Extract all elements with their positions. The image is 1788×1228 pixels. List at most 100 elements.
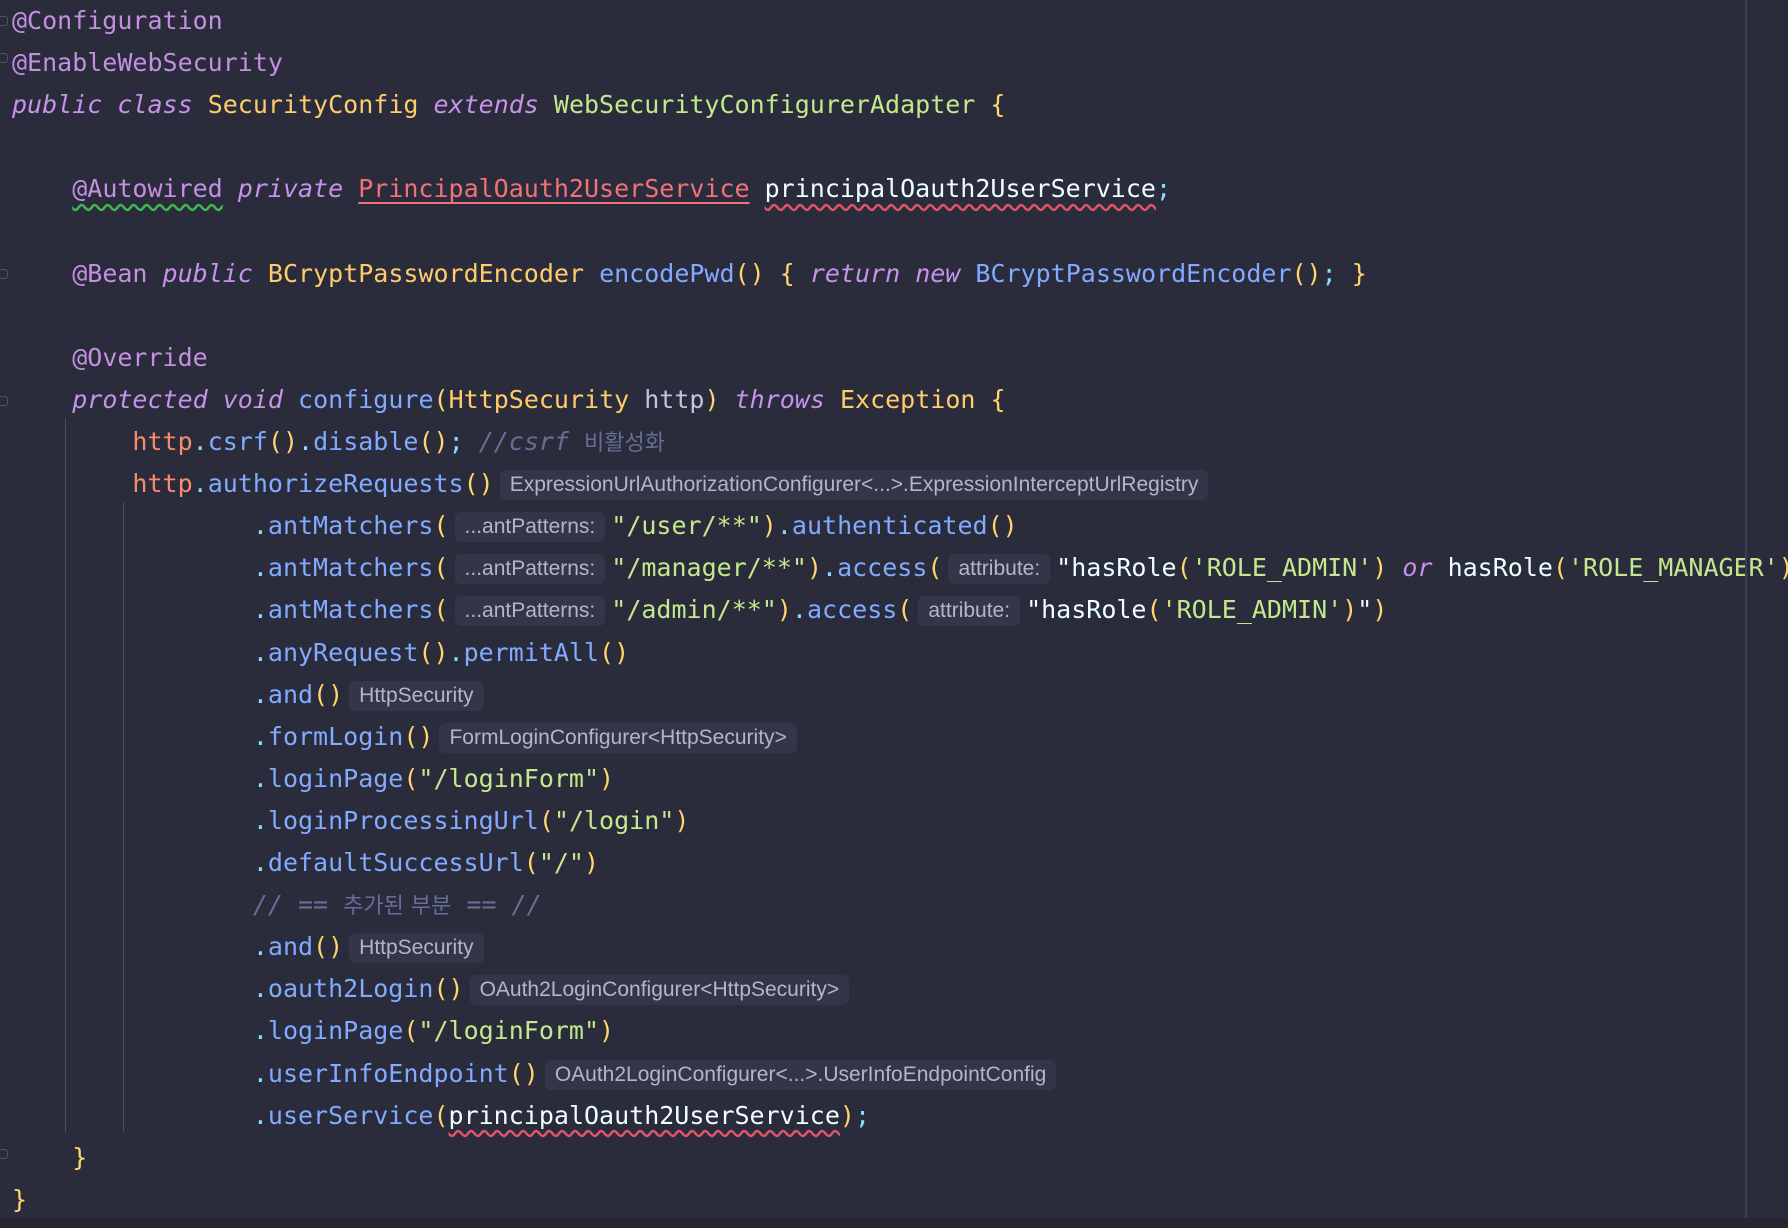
code-token: 'ROLE_ADMIN' bbox=[1161, 595, 1343, 625]
code-area[interactable]: @Configuration @EnableWebSecurity public c… bbox=[0, 0, 1788, 1218]
code-line[interactable]: } bbox=[12, 1179, 27, 1221]
code-line[interactable]: protected void configure(HttpSecurity ht… bbox=[12, 379, 1005, 421]
code-line[interactable]: .defaultSuccessUrl("/") bbox=[12, 842, 599, 884]
code-token: principalOauth2UserService bbox=[448, 1100, 840, 1130]
inlay-hint: ...antPatterns: bbox=[454, 554, 606, 585]
code-token: extends bbox=[433, 90, 539, 120]
code-token: ( bbox=[1176, 553, 1192, 583]
code-token: . bbox=[192, 469, 208, 499]
code-token: . bbox=[252, 637, 268, 667]
code-line[interactable]: } bbox=[12, 1137, 87, 1179]
code-line[interactable]: @Configuration bbox=[12, 0, 223, 42]
code-line[interactable]: .anyRequest().permitAll() bbox=[12, 632, 629, 674]
code-token: userInfoEndpoint bbox=[267, 1058, 509, 1088]
code-token: ; bbox=[1155, 174, 1172, 204]
code-line[interactable]: .and() HttpSecurity bbox=[12, 926, 490, 968]
code-line[interactable]: http.csrf().disable(); //csrf 비활성화 bbox=[12, 421, 665, 463]
code-token: 'ROLE_MANAGER' bbox=[1568, 553, 1779, 583]
code-token: "hasRole bbox=[1056, 553, 1177, 583]
code-line[interactable]: .userInfoEndpoint() OAuth2LoginConfigurer… bbox=[12, 1053, 1062, 1095]
code-token: 비활성화 bbox=[584, 431, 666, 456]
horizontal-scrollbar[interactable] bbox=[0, 1218, 1788, 1228]
inlay-hint: attribute: bbox=[948, 554, 1051, 585]
code-line[interactable]: .and() HttpSecurity bbox=[12, 674, 490, 716]
code-token: and bbox=[267, 679, 314, 709]
code-token: HttpSecurity bbox=[448, 384, 630, 414]
code-line[interactable]: .antMatchers(...antPatterns: "/user/**").… bbox=[12, 505, 1018, 547]
code-line[interactable]: @Bean public BCryptPasswordEncoder encod… bbox=[12, 253, 1367, 295]
code-editor[interactable]: @Configuration @EnableWebSecurity public c… bbox=[0, 0, 1788, 1228]
code-token: ) bbox=[583, 848, 600, 877]
code-token: @Bean bbox=[72, 258, 148, 288]
code-token: () bbox=[418, 427, 449, 456]
code-token: "/admin/**" bbox=[611, 595, 777, 625]
code-token: PrincipalOauth2UserService bbox=[358, 174, 750, 204]
code-token: () bbox=[508, 1058, 539, 1088]
code-token: 'ROLE_ADMIN' bbox=[1191, 553, 1373, 583]
code-line[interactable]: .userService(principalOauth2UserService)… bbox=[12, 1095, 870, 1137]
code-token: defaultSuccessUrl bbox=[267, 848, 524, 877]
code-token: http bbox=[132, 469, 193, 499]
code-token: new bbox=[915, 258, 961, 288]
code-token: BCryptPasswordEncoder bbox=[267, 258, 584, 288]
code-token: ( bbox=[433, 553, 449, 583]
code-line[interactable]: public class SecurityConfig extends WebS… bbox=[12, 84, 1005, 126]
inlay-hint: ...antPatterns: bbox=[454, 596, 606, 627]
code-line[interactable]: .oauth2Login() OAuth2LoginConfigurer<Http… bbox=[12, 968, 855, 1010]
code-token: access bbox=[806, 595, 898, 625]
code-line[interactable]: .antMatchers(...antPatterns: "/admin/**")… bbox=[12, 589, 1387, 631]
code-token: antMatchers bbox=[267, 553, 434, 583]
code-token: ) bbox=[839, 1100, 855, 1130]
code-token: authenticated bbox=[791, 511, 988, 541]
inlay-hint: OAuth2LoginConfigurer<...>.UserInfoEndpo… bbox=[544, 1059, 1057, 1090]
code-token: or bbox=[1402, 553, 1433, 583]
code-token: @Autowired bbox=[72, 174, 223, 204]
code-line[interactable]: // == 추가된 부분 == // bbox=[12, 884, 542, 926]
code-token: ) bbox=[704, 384, 720, 414]
code-token: disable bbox=[313, 427, 419, 456]
code-token: Exception bbox=[839, 384, 976, 414]
code-line[interactable]: .loginPage("/loginForm") bbox=[12, 758, 614, 800]
code-token: encodePwd bbox=[599, 258, 735, 288]
code-line[interactable]: @Autowired private PrincipalOauth2UserSe… bbox=[12, 168, 1171, 210]
inlay-hint: HttpSecurity bbox=[349, 933, 484, 964]
code-token: class bbox=[117, 90, 193, 120]
code-token: ) bbox=[806, 553, 823, 583]
inlay-hint: attribute: bbox=[918, 596, 1021, 627]
code-line[interactable]: .formLogin() FormLoginConfigurer<HttpSecu… bbox=[12, 716, 803, 758]
code-line[interactable]: .antMatchers(...antPatterns: "/manager/**… bbox=[12, 547, 1788, 589]
code-line[interactable]: @Override bbox=[12, 337, 207, 379]
code-token: principalOauth2UserService bbox=[764, 174, 1156, 204]
code-token: private bbox=[237, 174, 344, 204]
code-line[interactable]: http.authorizeRequests() ExpressionUrlAut… bbox=[12, 463, 1214, 505]
code-line[interactable]: @EnableWebSecurity bbox=[12, 42, 283, 84]
code-line[interactable]: .loginProcessingUrl("/login") bbox=[12, 800, 690, 842]
code-token: . bbox=[791, 595, 807, 625]
code-token: . bbox=[252, 763, 268, 793]
code-line[interactable]: .loginPage("/loginForm") bbox=[12, 1010, 614, 1052]
code-token: () bbox=[403, 721, 434, 751]
code-token: //csrf bbox=[478, 427, 585, 456]
code-token: "/loginForm" bbox=[418, 763, 600, 793]
code-token: public bbox=[162, 258, 253, 288]
code-token: ( bbox=[433, 511, 449, 541]
code-token: ( bbox=[538, 805, 554, 835]
code-token: } bbox=[12, 1184, 28, 1214]
code-token: . bbox=[252, 974, 268, 1004]
code-token: anyRequest bbox=[267, 637, 419, 667]
inlay-hint: FormLoginConfigurer<HttpSecurity> bbox=[439, 722, 797, 753]
code-token: () bbox=[267, 427, 299, 456]
